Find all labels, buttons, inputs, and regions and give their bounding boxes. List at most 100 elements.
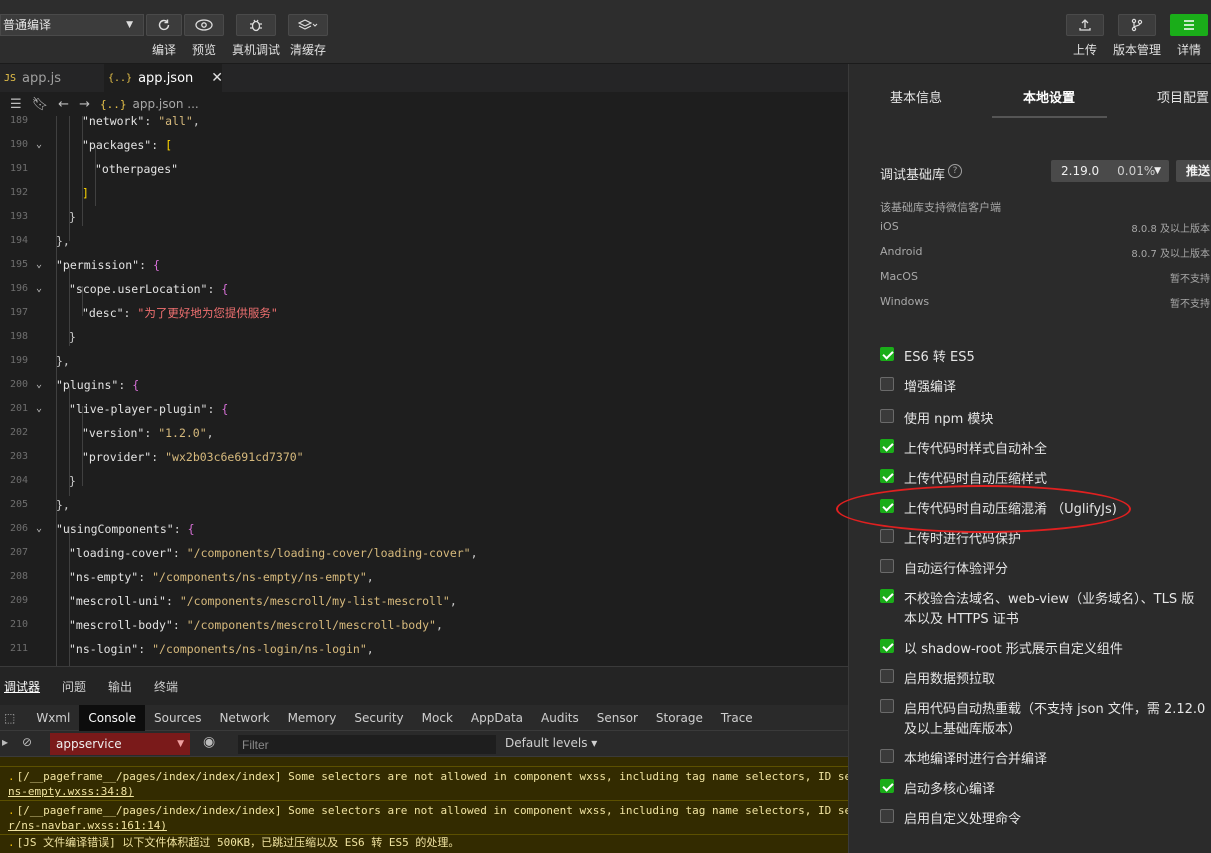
checkbox[interactable]: [880, 469, 894, 483]
push-button[interactable]: 推送: [1176, 160, 1211, 182]
filter-input[interactable]: [238, 735, 496, 754]
back-arrow-icon[interactable]: ←: [58, 97, 69, 112]
line-number: 209: [9, 595, 28, 606]
close-icon[interactable]: ✕: [211, 70, 223, 86]
code-text: }: [69, 330, 76, 344]
checkbox[interactable]: [880, 559, 894, 573]
clear-cache-button[interactable]: [288, 14, 328, 36]
panel-tab-trace[interactable]: Trace: [712, 705, 762, 731]
panel-tab-wxml[interactable]: Wxml: [27, 705, 79, 731]
panel-tab-storage[interactable]: Storage: [647, 705, 712, 731]
option-label: 自动运行体验评分: [904, 562, 1009, 577]
preview-button[interactable]: [184, 14, 224, 36]
message-link[interactable]: ns-empty.wxss:34:8): [8, 785, 134, 798]
remote-debug-button[interactable]: [236, 14, 276, 36]
code-line: 210 "mescroll-body": "/components/mescrol…: [0, 613, 848, 637]
tab-local-settings[interactable]: 本地设置: [1023, 87, 1075, 106]
inspect-icon[interactable]: ⬚: [0, 705, 27, 731]
line-number: 207: [9, 547, 28, 558]
indent-guide: [82, 116, 83, 226]
checkbox[interactable]: [880, 439, 894, 453]
checkbox[interactable]: [880, 347, 894, 361]
upload-button[interactable]: [1066, 14, 1104, 36]
option-label: 启用自定义处理命令: [904, 812, 1022, 827]
code-text: "otherpages": [95, 162, 179, 176]
tab-debugger[interactable]: 调试器: [4, 678, 40, 695]
version-control-button[interactable]: [1118, 14, 1156, 36]
panel-tab-mock[interactable]: Mock: [413, 705, 462, 731]
option-label: 启用数据预拉取: [904, 672, 996, 687]
lib-version-select[interactable]: 2.19.0 0.01% ▼: [1051, 160, 1169, 182]
list-icon[interactable]: ☰: [10, 97, 22, 112]
line-number: 210: [9, 619, 28, 630]
console-message: . [/__pageframe__/pages/index/index/index…: [0, 767, 848, 801]
option-label: 增强编译: [904, 380, 957, 395]
fold-chevron-icon[interactable]: ⌄: [36, 517, 42, 541]
code-text: }: [69, 474, 76, 488]
clear-console-icon[interactable]: ⊘: [22, 735, 32, 749]
breadcrumb-file[interactable]: {..} app.json ...: [100, 97, 199, 111]
fold-chevron-icon[interactable]: ⌄: [36, 397, 42, 421]
panel-tab-network[interactable]: Network: [210, 705, 278, 731]
platform-name: Android: [880, 245, 923, 258]
panel-tab-sensor[interactable]: Sensor: [588, 705, 647, 731]
help-icon[interactable]: ?: [948, 164, 962, 178]
tab-label: app.js: [22, 70, 62, 86]
checkbox[interactable]: [880, 779, 894, 793]
checkbox[interactable]: [880, 529, 894, 543]
bookmark-icon[interactable]: 🔖︎: [32, 97, 49, 112]
tab-app-json[interactable]: {..} app.json ✕: [104, 64, 223, 92]
eye-icon[interactable]: ◉: [203, 734, 215, 750]
panel-tab-sources[interactable]: Sources: [145, 705, 210, 731]
tab-problems[interactable]: 问题: [62, 678, 86, 695]
code-text: },: [56, 498, 70, 512]
panel-tab-appdata[interactable]: AppData: [462, 705, 532, 731]
code-text: },: [56, 234, 70, 248]
option-label: ES6 转 ES5: [904, 350, 975, 365]
checkbox[interactable]: [880, 809, 894, 823]
fold-chevron-icon[interactable]: ⌄: [36, 277, 42, 301]
checkbox[interactable]: [880, 699, 894, 713]
panel-tab-console[interactable]: Console: [79, 704, 145, 731]
tab-output[interactable]: 输出: [108, 678, 132, 695]
line-number: 204: [9, 475, 28, 486]
code-text: "permission": {: [56, 258, 160, 272]
code-line: 204}: [0, 469, 848, 493]
line-number: 195: [9, 259, 28, 270]
details-button[interactable]: [1170, 14, 1208, 36]
forward-arrow-icon[interactable]: →: [79, 97, 90, 112]
line-number: 206: [9, 523, 28, 534]
checkbox[interactable]: [880, 589, 894, 603]
sidebar-toggle-icon[interactable]: ▸: [2, 735, 8, 749]
js-file-icon: JS: [4, 72, 17, 84]
fold-chevron-icon[interactable]: ⌄: [36, 133, 42, 157]
compile-label: 编译: [151, 43, 176, 57]
tab-project-config[interactable]: 项目配置: [1157, 87, 1209, 106]
checkbox[interactable]: [880, 377, 894, 391]
checkbox[interactable]: [880, 749, 894, 763]
checkbox[interactable]: [880, 639, 894, 653]
warning-icon: .: [8, 804, 15, 817]
checkbox[interactable]: [880, 499, 894, 513]
checkbox[interactable]: [880, 669, 894, 683]
checkbox[interactable]: [880, 409, 894, 423]
fold-chevron-icon[interactable]: ⌄: [36, 373, 42, 397]
panel-tab-security[interactable]: Security: [345, 705, 412, 731]
fold-chevron-icon[interactable]: ⌄: [36, 253, 42, 277]
log-levels-select[interactable]: Default levels ▾: [505, 736, 597, 750]
tab-basic-info[interactable]: 基本信息: [890, 87, 942, 106]
message-link[interactable]: r/ns-navbar.wxss:161:14): [8, 819, 167, 832]
tab-app-js[interactable]: JS app.js: [0, 64, 102, 92]
panel-tab-audits[interactable]: Audits: [532, 705, 588, 731]
code-editor[interactable]: 189 "network": "all", 190 ⌄ "packages": [191…: [0, 116, 848, 666]
compile-mode-select[interactable]: 普通编译 ▼: [0, 14, 144, 36]
code-text: },: [56, 354, 70, 368]
chevron-down-icon: ▼: [1154, 166, 1161, 176]
code-line: 193}: [0, 205, 848, 229]
tab-label: app.json: [138, 70, 194, 86]
compile-button[interactable]: [146, 14, 182, 36]
option-label: 使用 npm 模块: [904, 412, 994, 427]
panel-tab-memory[interactable]: Memory: [279, 705, 346, 731]
tab-terminal[interactable]: 终端: [154, 678, 178, 695]
context-select[interactable]: appservice ▼: [50, 733, 190, 755]
